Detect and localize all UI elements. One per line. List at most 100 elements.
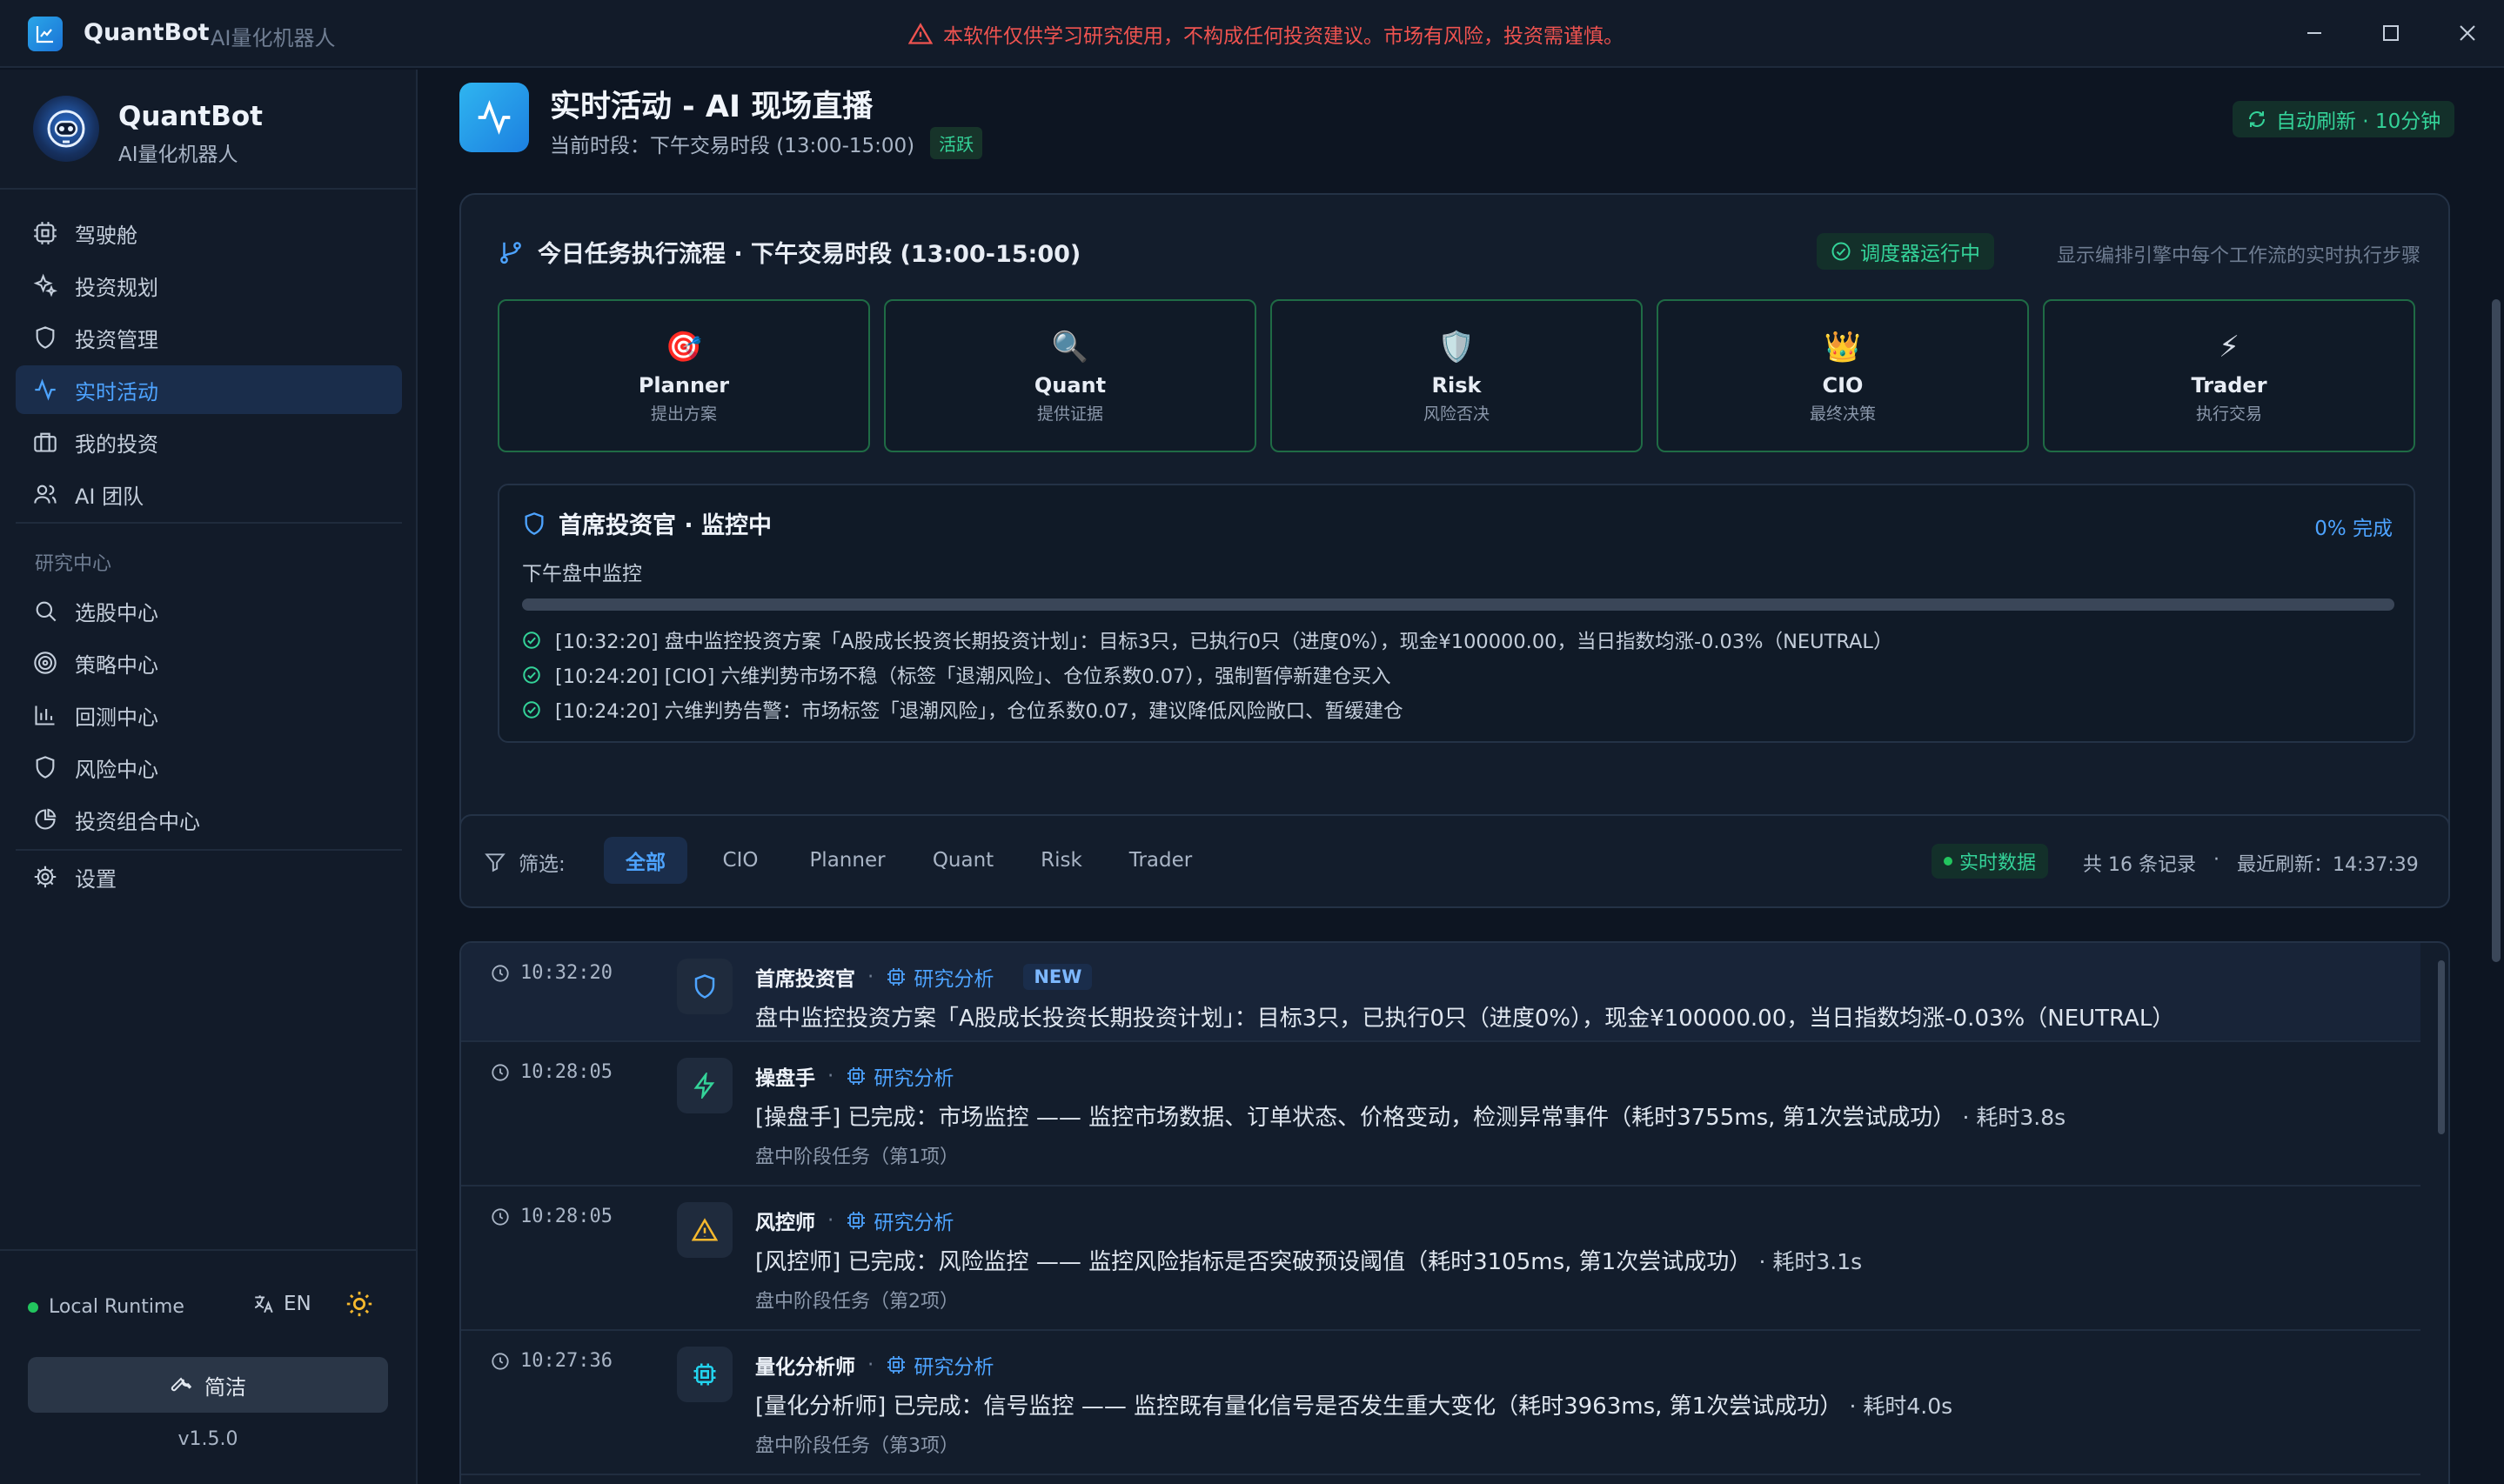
- feed-item[interactable]: 10:32:20 首席投资官 · 研究分析 NEW 盘中监控投资方案「A股成长投…: [461, 943, 2420, 1042]
- feed-stage: 盘中阶段任务（第1项）: [755, 1146, 959, 1168]
- workflow-title: 今日任务执行流程 · 下午交易时段 (13:00-15:00): [538, 241, 1081, 268]
- feed-tag: 研究分析: [886, 1350, 994, 1380]
- monitor-title-text: 首席投资官 · 监控中: [559, 512, 773, 539]
- section-label-research: 研究中心: [35, 553, 112, 575]
- filter-chip-trader[interactable]: Trader: [1110, 837, 1211, 884]
- monitor-title: 首席投资官 · 监控中: [522, 506, 772, 540]
- feed-message: [操盘手] 已完成：市场监控 —— 监控市场数据、订单状态、价格变动，检测异常事…: [755, 1100, 2065, 1132]
- sidebar-item-settings[interactable]: 设置: [16, 852, 402, 901]
- lightning-icon: [677, 1058, 733, 1113]
- feed-message-text: [量化分析师] 已完成：信号监控 —— 监控既有量化信号是否发生重大变化（耗时3…: [755, 1394, 1843, 1420]
- sidebar: QuantBot AI量化机器人 驾驶舱 投资规划 投资管理 实时活动 我的投资…: [0, 70, 418, 1484]
- scrollbar-thumb[interactable]: [2492, 299, 2501, 962]
- feed-tag: 研究分析: [846, 1206, 954, 1235]
- new-badge: NEW: [1023, 964, 1093, 990]
- scheduler-status: 调度器运行中: [1817, 233, 1994, 270]
- sidebar-item-my-investments[interactable]: 我的投资: [16, 418, 402, 466]
- feed-duration: · 耗时3.1s: [1758, 1249, 1863, 1274]
- record-count: 共 16 条记录: [2083, 854, 2196, 876]
- feed-time-text: 10:28:05: [520, 1206, 613, 1227]
- page-scrollbar[interactable]: [2450, 68, 2504, 1484]
- filter-chip-planner[interactable]: Planner: [792, 837, 903, 884]
- log-text: [10:24:20] 六维判势告警：市场标签「退潮风险」，仓位系数0.07，建议…: [555, 700, 1403, 723]
- agent-card-cio[interactable]: 👑 CIO 最终决策: [1657, 299, 2029, 452]
- sidebar-item-backtest[interactable]: 回测中心: [16, 691, 402, 739]
- filter-chip-risk[interactable]: Risk: [1021, 837, 1101, 884]
- users-icon: [34, 485, 57, 504]
- close-button[interactable]: [2448, 16, 2487, 50]
- sidebar-item-cockpit[interactable]: 驾驶舱: [16, 209, 402, 257]
- sun-icon: [346, 1291, 372, 1317]
- agent-card-planner[interactable]: 🎯 Planner 提出方案: [498, 299, 870, 452]
- maximize-button[interactable]: [2372, 16, 2410, 50]
- filter-chip-quant[interactable]: Quant: [917, 837, 1009, 884]
- feed-tag-label: 研究分析: [874, 1212, 954, 1234]
- agent-card-risk[interactable]: 🛡️ Risk 风险否决: [1270, 299, 1643, 452]
- feed-header: 首席投资官 · 研究分析 NEW: [755, 962, 1093, 992]
- scheduler-label: 调度器运行中: [1860, 243, 1980, 265]
- briefcase-icon: [34, 432, 57, 452]
- maximize-icon: [2383, 25, 2399, 41]
- sidebar-item-planning[interactable]: 投资规划: [16, 261, 402, 310]
- divider: [16, 522, 402, 524]
- separator: ·: [867, 1354, 874, 1376]
- agent-role: 风险否决: [1423, 404, 1490, 424]
- sidebar-item-activity[interactable]: 实时活动: [16, 365, 402, 414]
- crown-icon: 👑: [1824, 329, 1862, 364]
- workflow-panel: 今日任务执行流程 · 下午交易时段 (13:00-15:00) 调度器运行中 显…: [459, 193, 2450, 847]
- sidebar-item-label: 设置: [75, 866, 117, 892]
- status-dot: [28, 1301, 38, 1313]
- feed-time-text: 10:27:36: [520, 1350, 613, 1372]
- clock-icon: [492, 1207, 509, 1226]
- feed-scrollbar[interactable]: [2438, 960, 2445, 1134]
- simple-mode-button[interactable]: 简洁: [28, 1357, 388, 1413]
- separator: ·: [867, 966, 874, 988]
- sidebar-item-portfolio[interactable]: 投资组合中心: [16, 795, 402, 844]
- minimize-icon: [2307, 32, 2321, 34]
- theme-toggle[interactable]: [345, 1289, 374, 1322]
- search-icon: [36, 601, 57, 622]
- agent-card-quant[interactable]: 🔍 Quant 提供证据: [884, 299, 1256, 452]
- feed-item[interactable]: 10:27:36 量化分析师 · 研究分析 [量化分析师] 已完成：信号监控 —…: [461, 1331, 2420, 1475]
- cpu-icon: [887, 968, 906, 986]
- minimize-button[interactable]: [2295, 16, 2333, 50]
- sidebar-item-stock-picker[interactable]: 选股中心: [16, 586, 402, 635]
- feed-message: 盘中监控投资方案「A股成长投资长期投资计划」：目标3只，已执行0只（进度0%），…: [755, 1006, 2175, 1032]
- sidebar-item-label: 实时活动: [75, 379, 158, 404]
- disclaimer-text: 本软件仅供学习研究使用，不构成任何投资建议。市场有风险，投资需谨慎。: [943, 25, 1624, 48]
- pie-chart-icon: [35, 808, 57, 830]
- log-text: [10:24:20] [CIO] 六维判势市场不稳（标签「退潮风险」、仓位系数0…: [555, 665, 1391, 688]
- sidebar-item-ai-team[interactable]: AI 团队: [16, 470, 402, 518]
- language-label: EN: [284, 1293, 311, 1315]
- agent-name: Planner: [638, 372, 730, 398]
- sidebar-item-risk[interactable]: 风险中心: [16, 743, 402, 792]
- monitor-card: 首席投资官 · 监控中 0% 完成 下午盘中监控 [10:32:20] 盘中监控…: [498, 484, 2415, 743]
- filter-chip-cio[interactable]: CIO: [705, 837, 776, 884]
- divider: [0, 188, 416, 190]
- runtime-status: Local Runtime: [28, 1296, 184, 1318]
- auto-refresh-button[interactable]: 自动刷新 · 10分钟: [2233, 101, 2455, 137]
- feed-message: [量化分析师] 已完成：信号监控 —— 监控既有量化信号是否发生重大变化（耗时3…: [755, 1388, 1952, 1420]
- language-toggle[interactable]: EN: [252, 1293, 311, 1315]
- target-icon: [34, 652, 57, 674]
- sidebar-item-management[interactable]: 投资管理: [16, 313, 402, 362]
- agent-role: 执行交易: [2195, 404, 2262, 424]
- clock-icon: [492, 964, 509, 982]
- cpu-icon: [847, 1212, 866, 1229]
- filter-chip-all[interactable]: 全部: [604, 837, 687, 884]
- feed-item[interactable]: 10:28:05 操盘手 · 研究分析 [操盘手] 已完成：市场监控 —— 监控…: [461, 1042, 2420, 1187]
- sidebar-item-strategy[interactable]: 策略中心: [16, 638, 402, 687]
- check-circle-icon: [1831, 242, 1851, 261]
- app-logo-icon: [28, 17, 63, 51]
- risk-disclaimer: 本软件仅供学习研究使用，不构成任何投资建议。市场有风险，投资需谨慎。: [908, 19, 1624, 49]
- agent-role: 提出方案: [650, 404, 717, 424]
- feed-header: 操盘手 · 研究分析: [755, 1061, 954, 1091]
- feed-item[interactable]: 10:28:05 风控师 · 研究分析 [风控师] 已完成：风险监控 —— 监控…: [461, 1187, 2420, 1331]
- activity-feed: 10:32:20 首席投资官 · 研究分析 NEW 盘中监控投资方案「A股成长投…: [459, 941, 2450, 1484]
- sidebar-item-label: 选股中心: [75, 600, 158, 625]
- shield-icon: [525, 511, 544, 535]
- main-content: 实时活动 - AI 现场直播 当前时段：下午交易时段 (13:00-15:00)…: [419, 70, 2504, 1484]
- agent-card-trader[interactable]: ⚡ Trader 执行交易: [2043, 299, 2415, 452]
- check-circle-icon: [523, 666, 540, 684]
- workflow-note: 显示编排引擎中每个工作流的实时执行步骤: [2057, 245, 2421, 267]
